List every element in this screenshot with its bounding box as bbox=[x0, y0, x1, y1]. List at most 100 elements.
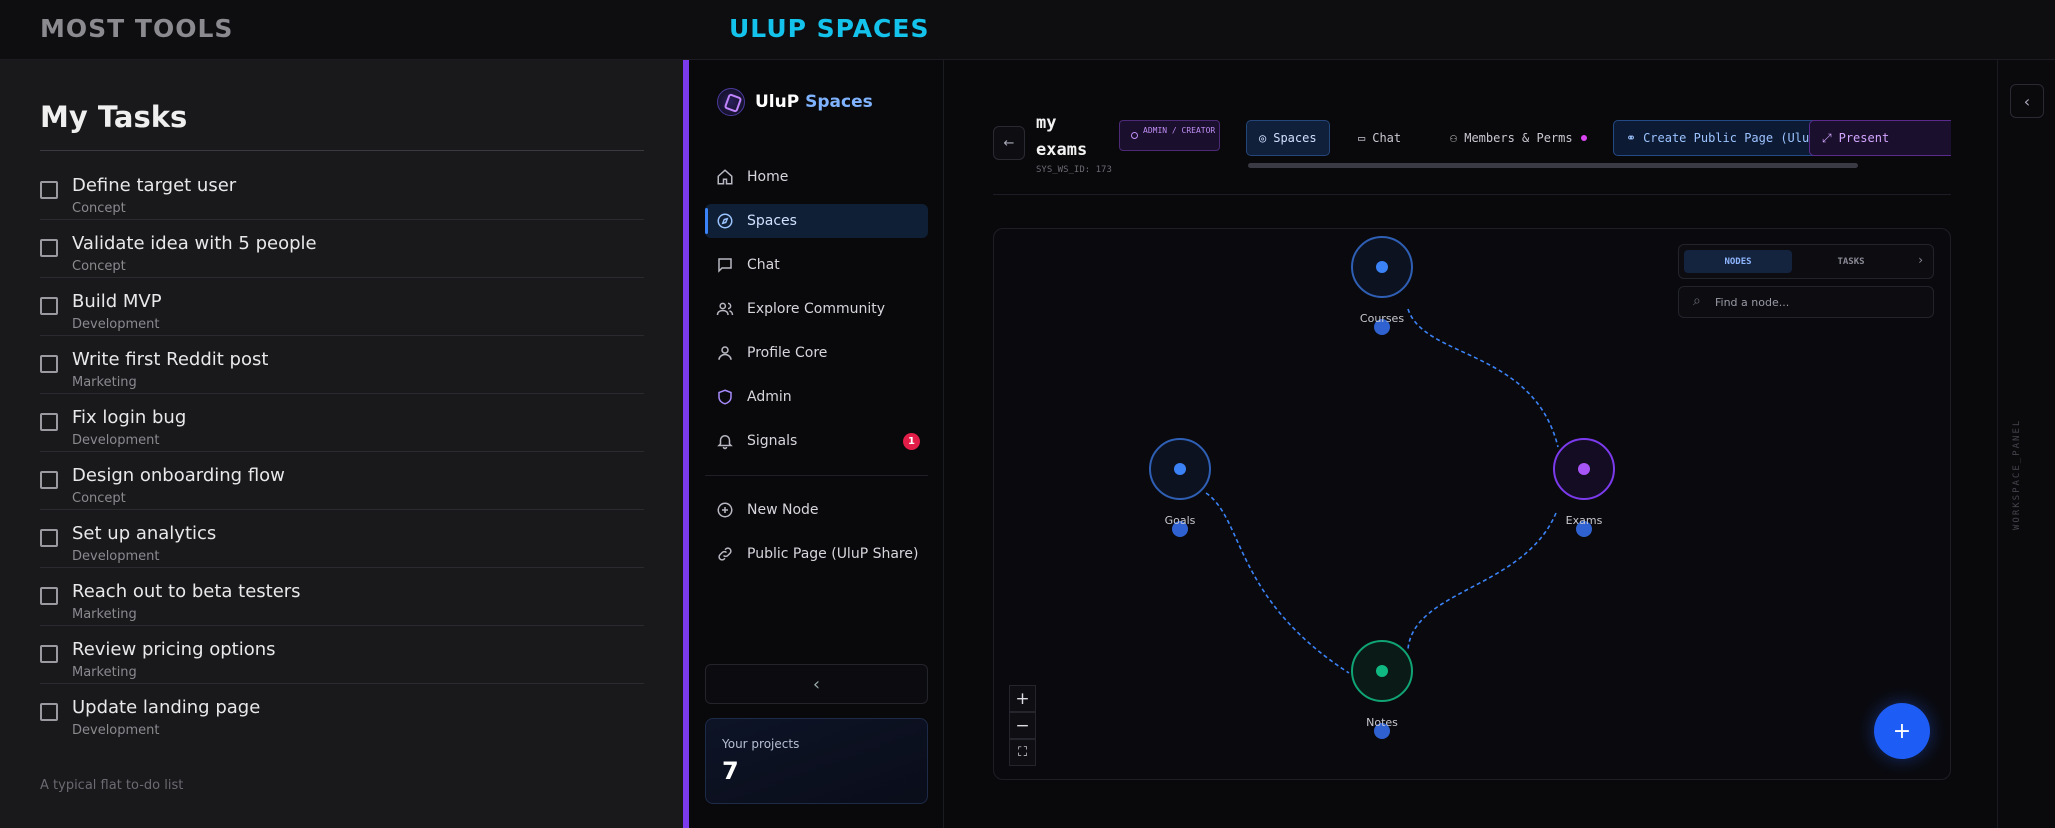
minus-icon: − bbox=[1015, 715, 1030, 736]
task-checkbox[interactable] bbox=[40, 413, 58, 431]
nodes-tab[interactable]: NODES bbox=[1684, 250, 1792, 273]
task-checkbox[interactable] bbox=[40, 471, 58, 489]
home-icon bbox=[715, 167, 735, 187]
task-category: Concept bbox=[72, 491, 126, 506]
role-badge: ADMIN / CREATOR bbox=[1119, 120, 1220, 151]
scrollbar-thumb[interactable] bbox=[1248, 163, 1858, 168]
notification-dot bbox=[1580, 135, 1587, 141]
task-category: Development bbox=[72, 549, 160, 564]
node-label-notes[interactable]: Notes bbox=[1332, 716, 1432, 729]
tab-label: Spaces bbox=[1273, 131, 1317, 145]
tab-members-perms[interactable]: ⚇ Members & Perms bbox=[1438, 120, 1599, 156]
task-checkbox[interactable] bbox=[40, 587, 58, 605]
users-icon bbox=[715, 299, 735, 319]
task-row: Fix login bug Development bbox=[40, 394, 644, 452]
user-icon bbox=[715, 343, 735, 363]
workspace-title: my exams bbox=[1036, 113, 1088, 160]
task-checkbox[interactable] bbox=[40, 355, 58, 373]
collapse-sidebar-button[interactable]: ‹ bbox=[705, 664, 928, 704]
workspace-id: SYS_WS_ID: 173 bbox=[1036, 165, 1112, 175]
sidebar-separator bbox=[705, 475, 928, 476]
node-label-goals[interactable]: Goals bbox=[1130, 514, 1230, 527]
nav-label: Profile Core bbox=[747, 345, 828, 361]
expand-icon: ⤢ bbox=[1822, 130, 1832, 145]
task-title: Validate idea with 5 people bbox=[72, 233, 317, 254]
nav-signals[interactable]: Signals 1 bbox=[705, 424, 928, 458]
tabs-scrollbar[interactable] bbox=[1238, 162, 1951, 169]
brand[interactable]: UluP Spaces bbox=[717, 88, 873, 116]
fullscreen-icon: ⛶ bbox=[1017, 745, 1028, 760]
nav-home[interactable]: Home bbox=[705, 160, 928, 194]
nav-label: Home bbox=[747, 169, 789, 185]
tab-label: Present bbox=[1838, 131, 1890, 145]
task-checkbox[interactable] bbox=[40, 239, 58, 257]
workspace-tabs: ◎ Spaces ▭ Chat ⚇ Members & Perms ⚭ Create P… bbox=[1238, 120, 1951, 156]
workspace-panel-label: WORKSPACE_PANEL bbox=[2012, 418, 2022, 530]
task-category: Marketing bbox=[72, 665, 137, 680]
compass-icon: ◎ bbox=[1259, 131, 1267, 145]
task-title: Fix login bug bbox=[72, 407, 187, 428]
tab-present[interactable]: ⤢ Present bbox=[1809, 120, 1951, 156]
new-node-button[interactable]: New Node bbox=[705, 493, 928, 527]
zoom-out-button[interactable]: − bbox=[1009, 712, 1036, 739]
nav-label: Public Page (UluP Share) bbox=[747, 546, 919, 562]
back-button[interactable]: ← bbox=[993, 126, 1025, 160]
open-panel-button[interactable]: ‹ bbox=[2010, 84, 2044, 118]
nav-admin[interactable]: Admin bbox=[705, 380, 928, 414]
tab-label: Members & Perms bbox=[1464, 131, 1573, 145]
nav-label: Spaces bbox=[747, 213, 797, 229]
find-node-input[interactable]: Find a node... bbox=[1678, 286, 1934, 318]
edge-courses-exams bbox=[1407, 308, 1559, 448]
tab-chat[interactable]: ▭ Chat bbox=[1346, 120, 1413, 156]
workspace-main: ← my exams SYS_WS_ID: 173 ADMIN / CREATO… bbox=[944, 60, 1997, 828]
users-icon: ⚇ bbox=[1450, 131, 1458, 145]
task-row: Reach out to beta testers Marketing bbox=[40, 568, 644, 626]
signals-badge: 1 bbox=[903, 433, 920, 450]
task-checkbox[interactable] bbox=[40, 703, 58, 721]
task-title: Build MVP bbox=[72, 291, 162, 312]
chevron-left-icon: ‹ bbox=[812, 673, 821, 695]
tab-label: Chat bbox=[1372, 131, 1402, 145]
nav-profile-core[interactable]: Profile Core bbox=[705, 336, 928, 370]
header-divider bbox=[993, 194, 1951, 195]
nav-label: Signals bbox=[747, 433, 798, 449]
tasks-tab[interactable]: TASKS bbox=[1797, 250, 1905, 273]
bell-icon bbox=[715, 431, 735, 451]
task-title: Review pricing options bbox=[72, 639, 276, 660]
node-graph-canvas[interactable]: Courses Goals Exams Notes NODES TASKS › … bbox=[993, 228, 1951, 780]
nav-label: Explore Community bbox=[747, 301, 886, 317]
chevron-right-icon[interactable]: › bbox=[1918, 253, 1923, 267]
task-category: Development bbox=[72, 723, 160, 738]
fit-view-button[interactable]: ⛶ bbox=[1009, 739, 1036, 766]
public-page-button[interactable]: Public Page (UluP Share) bbox=[705, 537, 928, 571]
task-row: Update landing page Development bbox=[40, 684, 644, 742]
chevron-left-icon: ‹ bbox=[2023, 91, 2031, 111]
nav-label: Chat bbox=[747, 257, 780, 273]
task-title: Write first Reddit post bbox=[72, 349, 269, 370]
task-checkbox[interactable] bbox=[40, 529, 58, 547]
task-title: Define target user bbox=[72, 175, 237, 196]
nav-explore-community[interactable]: Explore Community bbox=[705, 292, 928, 326]
task-row: Design onboarding flow Concept bbox=[40, 452, 644, 510]
task-category: Development bbox=[72, 317, 160, 332]
projects-card: Your projects 7 bbox=[705, 718, 928, 804]
node-label-exams[interactable]: Exams bbox=[1534, 514, 1634, 527]
tab-spaces[interactable]: ◎ Spaces bbox=[1246, 120, 1330, 156]
task-checkbox[interactable] bbox=[40, 645, 58, 663]
task-row: Review pricing options Marketing bbox=[40, 626, 644, 684]
add-node-fab[interactable]: + bbox=[1874, 703, 1930, 759]
node-label-courses[interactable]: Courses bbox=[1332, 312, 1432, 325]
task-checkbox[interactable] bbox=[40, 297, 58, 315]
plus-icon: + bbox=[1015, 688, 1030, 709]
task-checkbox[interactable] bbox=[40, 181, 58, 199]
task-row: Define target user Concept bbox=[40, 162, 644, 220]
ulup-spaces-title: ULUP SPACES bbox=[729, 14, 930, 43]
nav-chat[interactable]: Chat bbox=[705, 248, 928, 282]
nav-label: New Node bbox=[747, 502, 819, 518]
ulup-logo-icon bbox=[717, 88, 745, 116]
chat-icon: ▭ bbox=[1358, 131, 1366, 145]
nav-spaces[interactable]: Spaces bbox=[705, 204, 928, 238]
task-category: Development bbox=[72, 433, 160, 448]
nodes-tasks-switch: NODES TASKS › bbox=[1678, 244, 1934, 279]
zoom-in-button[interactable]: + bbox=[1009, 685, 1036, 712]
